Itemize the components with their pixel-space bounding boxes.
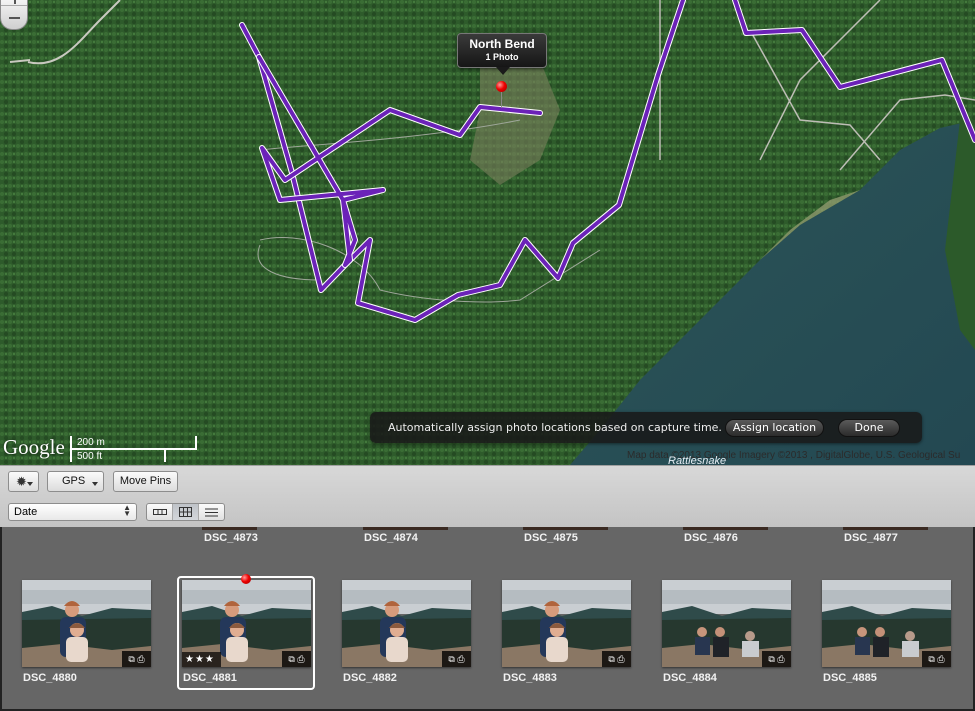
- pin-stem: [501, 91, 502, 108]
- photo-status-icons: ⧉ ⎙: [762, 651, 791, 667]
- callout-title: North Bend: [469, 37, 535, 51]
- photo-status-icons: ⧉ ⎙: [922, 651, 951, 667]
- photo-thumbnail[interactable]: ⧉ ⎙: [342, 580, 471, 667]
- photo-name: DSC_4875: [524, 532, 578, 544]
- photo-status-icons: ⧉ ⎙: [602, 651, 631, 667]
- move-pins-button[interactable]: Move Pins: [113, 471, 178, 492]
- photo-status-icons: ⧉ ⎙: [282, 651, 311, 667]
- view-grid-button[interactable]: [173, 504, 199, 520]
- partial-thumbnail[interactable]: [843, 527, 928, 530]
- photo-name: DSC_4873: [204, 532, 258, 544]
- photo-grid[interactable]: DSC_4873 DSC_4874 DSC_4875 DSC_4876 DSC_…: [0, 527, 975, 711]
- photo-name: DSC_4876: [684, 532, 738, 544]
- photo-name: DSC_4883: [503, 672, 557, 684]
- filmstrip-icon: [152, 509, 167, 515]
- view-filmstrip-button[interactable]: [147, 504, 173, 520]
- zoom-out-icon[interactable]: [9, 17, 20, 19]
- partial-thumbnail[interactable]: [202, 527, 257, 530]
- zoom-in-icon[interactable]: [14, 0, 16, 4]
- grid-icon: [179, 507, 192, 517]
- star-rating: ★★★: [182, 652, 221, 667]
- location-pin-icon: [241, 574, 251, 584]
- assign-location-bar: Automatically assign photo locations bas…: [370, 412, 922, 443]
- sort-select[interactable]: Date ▲ ▼: [8, 503, 137, 521]
- photo-thumbnail[interactable]: ⧉ ⎙ ★★★: [182, 580, 311, 667]
- photo-name: DSC_4877: [844, 532, 898, 544]
- done-button[interactable]: Done: [838, 419, 900, 437]
- scale-imperial: 500 ft: [77, 451, 103, 462]
- photo-status-icons: ⧉ ⎙: [442, 651, 471, 667]
- gps-label: GPS: [62, 475, 86, 487]
- map-view[interactable]: nd-21-1 North Bend 1 Photo Google 200 m …: [0, 0, 975, 465]
- photo-thumbnail[interactable]: ⧉ ⎙: [662, 580, 791, 667]
- satellite-imagery: [0, 0, 975, 465]
- updown-arrows-icon: ▲ ▼: [123, 503, 131, 518]
- photo-name: DSC_4884: [663, 672, 717, 684]
- photo-name: DSC_4874: [364, 532, 418, 544]
- location-pin-icon[interactable]: [496, 81, 507, 92]
- gps-menu-button[interactable]: GPS: [47, 471, 104, 492]
- photo-thumbnail[interactable]: ⧉ ⎙: [502, 580, 631, 667]
- view-mode-control[interactable]: [146, 503, 225, 521]
- sort-value: Date: [14, 506, 38, 518]
- photo-status-icons: ⧉ ⎙: [122, 651, 151, 667]
- location-callout[interactable]: North Bend 1 Photo: [457, 33, 547, 75]
- chevron-down-icon: [27, 482, 33, 486]
- photo-thumbnail[interactable]: ⧉ ⎙: [822, 580, 951, 667]
- zoom-divider: [1, 5, 27, 6]
- places-toolbar: ✹ GPS Move Pins Date ▲ ▼: [0, 465, 975, 527]
- callout-subtitle: 1 Photo: [485, 52, 519, 62]
- assign-message: Automatically assign photo locations bas…: [388, 421, 722, 434]
- photo-name: DSC_4880: [23, 672, 77, 684]
- map-scale: 200 m 500 ft: [70, 436, 197, 462]
- gear-icon: ✹: [16, 474, 27, 489]
- assign-location-button[interactable]: Assign location: [725, 419, 824, 437]
- partial-thumbnail[interactable]: [683, 527, 768, 530]
- photo-name: DSC_4882: [343, 672, 397, 684]
- scale-metric: 200 m: [77, 437, 105, 448]
- partial-thumbnail[interactable]: [523, 527, 608, 530]
- lake-label: Rattlesnake: [668, 455, 727, 465]
- zoom-control[interactable]: [0, 0, 28, 30]
- photo-thumbnail[interactable]: ⧉ ⎙: [22, 580, 151, 667]
- photo-name: DSC_4885: [823, 672, 877, 684]
- chevron-down-icon: [92, 482, 98, 486]
- google-logo: Google: [3, 435, 65, 459]
- partial-thumbnail[interactable]: [363, 527, 448, 530]
- view-list-button[interactable]: [199, 504, 224, 520]
- list-icon: [205, 508, 218, 516]
- action-menu-button[interactable]: ✹: [8, 471, 39, 492]
- photo-name: DSC_4881: [183, 672, 237, 684]
